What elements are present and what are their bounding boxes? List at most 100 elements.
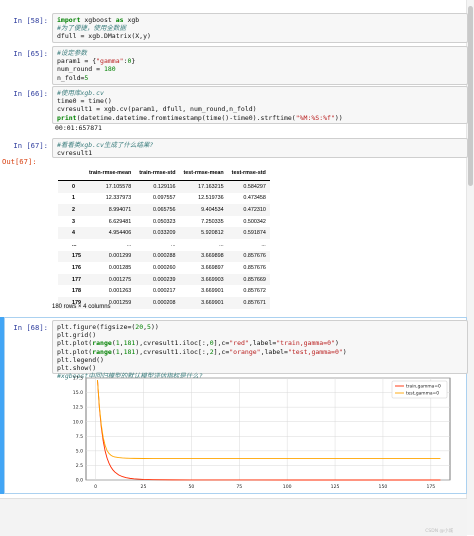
code-token: )	[334, 339, 339, 348]
legend-label: test,gamma=0	[406, 391, 439, 397]
code-line: plt.grid()	[57, 331, 96, 339]
code-editor[interactable]: #看看类xgb.cv生成了什么结果? cvresult1	[53, 139, 467, 159]
code-token: "%M:%S:%f"	[295, 113, 335, 122]
code-token: plt.show()	[57, 364, 97, 373]
code-editor[interactable]: #设定参数 param1 = {"gamma":0} num_round = 1…	[53, 47, 467, 84]
table-cell: 0.000239	[135, 273, 180, 286]
table-row: 1 12.337973 0.097557 12.519736 0.473458	[58, 193, 270, 205]
table-cell: 12.337973	[105, 195, 132, 202]
table-cell: 3.669903	[179, 273, 228, 286]
plot-output: 0 25 50 75 100 125 150 175 0.0 2.5 5.0 7.5 10.0 12.5 1…	[52, 373, 466, 493]
code-token: xgboost	[80, 16, 116, 24]
line-chart: 0 25 50 75 100 125 150 175 0.0 2.5 5.0 7.5 10.0 12.5 1…	[73, 376, 451, 490]
code-token: import	[57, 16, 81, 24]
table-cell: 0.097557	[153, 195, 176, 202]
table-column-header: train-rmse-std	[135, 166, 180, 181]
table-cell: 0.591874	[227, 227, 270, 239]
code-line: plt.plot(range(1,181),cvresult1.iloc[:,0…	[57, 339, 339, 347]
x-tick-label: 50	[188, 484, 194, 490]
table-cell: 8.994071	[85, 204, 136, 216]
table-row-index: 4	[58, 227, 85, 239]
table-cell: 0.000217	[153, 288, 176, 295]
cell-67-out-prompt: Out[67]:	[2, 157, 37, 166]
code-token: 181	[123, 339, 136, 348]
code-token: "test,gamma=0"	[287, 347, 343, 356]
code-token: #设定参数	[57, 49, 87, 57]
table-row: 176 0.001285 0.000260 3.669897 0.857676	[58, 262, 270, 274]
table-row: 178 0.001263 0.000217 3.669901 0.857672	[58, 285, 270, 297]
table-cell: ...	[219, 241, 224, 248]
code-token: (datetime.datetime.fromtimestamp(time()-…	[76, 113, 296, 122]
table-row-index: ...	[72, 241, 77, 248]
code-line: time0 = time()	[57, 97, 112, 105]
table-cell: 6.629481	[108, 218, 132, 225]
code-token: range	[92, 347, 112, 356]
code-line: num_round = 180	[57, 65, 116, 73]
table-row-index: 176	[72, 264, 81, 271]
code-token: }	[131, 57, 136, 66]
table-row: 175 0.001299 0.000288 3.669898 0.857676	[58, 250, 270, 263]
table-cell: 0.129116	[135, 180, 180, 193]
code-token: param1 = {	[57, 57, 97, 66]
x-tick-label: 150	[379, 484, 388, 490]
code-token: 20	[135, 323, 144, 331]
code-token: "gamma"	[96, 57, 124, 66]
table-cell: 4.954406	[85, 227, 136, 239]
y-tick-label: 10.0	[73, 419, 83, 425]
x-tick-label: 100	[283, 484, 292, 490]
legend-label: train,gamma=0	[406, 384, 441, 390]
cell-67-prompt: In [67]:	[13, 141, 48, 150]
table-cell: 17.163215	[179, 180, 228, 193]
cell-66-input[interactable]: #使用库xgb.cv time0 = time() cvresult1 = xg…	[52, 86, 468, 124]
code-token: n_fold=	[57, 73, 85, 82]
code-line: cvresult1 = xgb.cv(param1, dfull, num_ro…	[57, 105, 257, 113]
code-token: ),cvresult1.iloc[:,	[135, 347, 210, 356]
table-cell: 0.500342	[243, 218, 266, 225]
empty-next-cell[interactable]: CSDN @小城	[0, 498, 467, 536]
code-token: "red"	[229, 339, 249, 348]
table-cell: 3.669898	[179, 250, 228, 263]
code-token: plt.figure(figsize=(	[57, 323, 136, 331]
code-line: n_fold=5	[57, 74, 88, 82]
dataframe-shape: 180 rows × 4 columns	[52, 304, 111, 310]
table-cell: 0.857672	[243, 288, 266, 295]
table-cell: 17.105578	[85, 180, 136, 193]
code-token: time0 = time()	[57, 97, 112, 106]
table-column-header: train-rmse-mean	[85, 166, 136, 181]
cell-65-input[interactable]: #设定参数 param1 = {"gamma":0} num_round = 1…	[52, 46, 468, 85]
code-token: ],c=	[213, 339, 230, 348]
cell-58-input[interactable]: import xgboost as xgb #为了便捷，使用全数据 dfull …	[52, 13, 468, 43]
table-cell: 0.857676	[227, 250, 270, 263]
table-cell: 0.000288	[135, 250, 180, 263]
table-cell: 0.001275	[85, 273, 136, 286]
table-cell: 0.001263	[108, 288, 132, 295]
code-token: "orange"	[229, 347, 261, 356]
code-editor[interactable]: #使用库xgb.cv time0 = time() cvresult1 = xg…	[53, 87, 467, 124]
table-cell: 9.404534	[179, 204, 228, 216]
table-row-index: 2	[58, 204, 85, 216]
table-row-index: 178	[72, 288, 81, 295]
x-tick-label: 25	[141, 484, 147, 490]
code-editor[interactable]: import xgboost as xgb #为了便捷，使用全数据 dfull …	[53, 14, 467, 43]
code-token: ],c=	[213, 347, 230, 356]
code-token: range	[92, 339, 112, 348]
scrollbar-thumb[interactable]	[468, 6, 473, 186]
table-row: 4 4.954406 0.033209 5.920812 0.591874	[58, 227, 270, 239]
y-tick-label: 15.0	[73, 390, 83, 396]
table-cell: 3.669901	[179, 296, 228, 309]
table-row-index: 177	[58, 273, 85, 286]
table-cell: 12.519736	[198, 195, 224, 202]
y-tick-label: 2.5	[76, 463, 83, 469]
cell-67-input[interactable]: #看看类xgb.cv生成了什么结果? cvresult1	[52, 138, 468, 158]
x-tick-label: 175	[426, 484, 435, 490]
code-line: #设定参数	[57, 49, 87, 57]
table-row: 177 0.001275 0.000239 3.669903 0.857669	[58, 273, 270, 286]
watermark-text: CSDN @小城	[425, 529, 453, 534]
cell-68-prompt: In [68]:	[13, 323, 48, 332]
code-token: dfull = xgb.DMatrix(X,y)	[57, 32, 151, 41]
code-token: xgb	[123, 16, 140, 24]
code-line: #使用库xgb.cv	[57, 89, 104, 97]
code-token: #看看类xgb.cv生成了什么结果?	[57, 141, 154, 149]
cell-68-input[interactable]: plt.figure(figsize=(20,5)) plt.grid() pl…	[52, 320, 468, 380]
code-token: )	[342, 347, 347, 356]
